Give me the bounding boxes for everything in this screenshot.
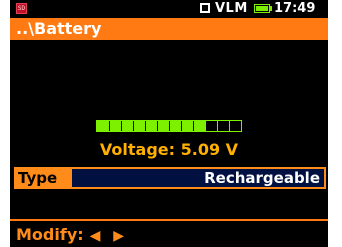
voltage-readout: Voltage: 5.09 V (99, 140, 239, 159)
clock: 17:49 (274, 1, 316, 16)
battery-level-divider (157, 121, 158, 131)
modify-hint: Modify: ◀ ▶ (16, 224, 128, 247)
battery-level-divider (109, 121, 110, 131)
type-setting-row[interactable]: Type Rechargeable (14, 167, 326, 189)
modify-label: Modify: (16, 225, 84, 244)
battery-level-divider (193, 121, 194, 131)
battery-tip-icon (270, 6, 272, 11)
page-title: ..\Battery (16, 19, 102, 38)
battery-level-dividers (97, 121, 241, 131)
battery-level-divider (145, 121, 146, 131)
title-bar: ..\Battery (10, 18, 328, 40)
type-label: Type (16, 169, 72, 187)
device-screen: SD VLM 17:49 ..\Battery Voltage: 5.09 V … (10, 0, 328, 247)
mode-indicator-icon (200, 3, 210, 13)
mode-label: VLM (215, 1, 248, 16)
battery-icon (254, 4, 270, 13)
battery-level-divider (229, 121, 230, 131)
battery-level-divider (181, 121, 182, 131)
battery-level-divider (169, 121, 170, 131)
status-bar: SD VLM 17:49 (10, 0, 328, 17)
app-badge: SD (16, 3, 27, 14)
type-value[interactable]: Rechargeable (72, 169, 324, 187)
battery-level-divider (133, 121, 134, 131)
left-right-arrows-icon: ◀ ▶ (89, 228, 129, 244)
battery-level-divider (121, 121, 122, 131)
battery-level-divider (217, 121, 218, 131)
footer-divider (10, 219, 328, 221)
battery-level-divider (205, 121, 206, 131)
battery-level-bar (96, 120, 242, 132)
